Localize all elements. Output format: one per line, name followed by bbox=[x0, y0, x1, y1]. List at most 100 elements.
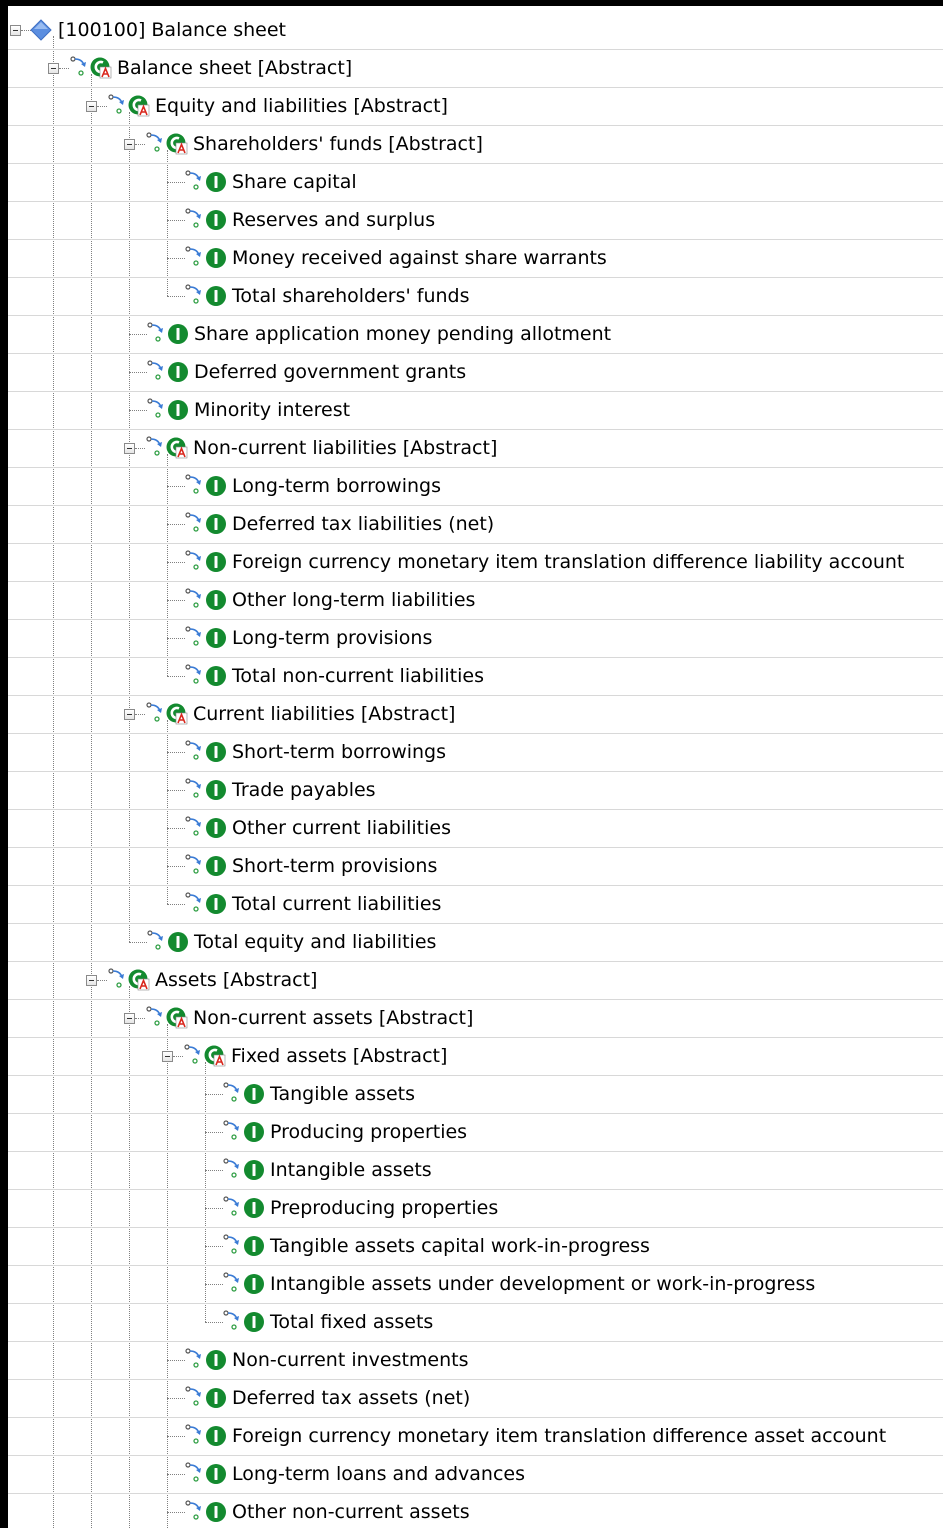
arc-link-icon bbox=[185, 587, 205, 609]
tree-row-abstract[interactable]: Current liabilities [Abstract] bbox=[8, 695, 943, 734]
abstract-concept-icon bbox=[166, 133, 188, 155]
tree-guide-horizontal bbox=[167, 524, 185, 525]
tree-guide-horizontal bbox=[135, 714, 145, 715]
collapse-toggle-icon[interactable] bbox=[124, 139, 135, 150]
tree-row-item[interactable]: Total current liabilities bbox=[8, 885, 943, 924]
item-concept-icon bbox=[205, 475, 227, 497]
tree-row-item[interactable]: Long-term borrowings bbox=[8, 467, 943, 506]
tree-row-item[interactable]: Deferred tax assets (net) bbox=[8, 1379, 943, 1418]
tree-row-abstract[interactable]: Fixed assets [Abstract] bbox=[8, 1037, 943, 1076]
collapse-toggle-icon[interactable] bbox=[162, 1051, 173, 1062]
tree-row-item[interactable]: Other non-current assets bbox=[8, 1493, 943, 1528]
collapse-toggle-icon[interactable] bbox=[86, 101, 97, 112]
tree-row-item[interactable]: Share application money pending allotmen… bbox=[8, 315, 943, 354]
item-concept-icon bbox=[243, 1235, 265, 1257]
tree-guide-horizontal bbox=[97, 980, 107, 981]
tree-row-item[interactable]: Short-term borrowings bbox=[8, 733, 943, 772]
tree-row-item[interactable]: Preproducing properties bbox=[8, 1189, 943, 1228]
tree-row-abstract[interactable]: Shareholders' funds [Abstract] bbox=[8, 125, 943, 164]
tree-row-root[interactable]: [100100] Balance sheet bbox=[8, 11, 943, 50]
arc-link-icon bbox=[185, 511, 205, 533]
tree-row-item[interactable]: Long-term provisions bbox=[8, 619, 943, 658]
collapse-toggle-icon[interactable] bbox=[124, 1013, 135, 1024]
abstract-concept-icon bbox=[128, 969, 150, 991]
tree-row-abstract[interactable]: Non-current assets [Abstract] bbox=[8, 999, 943, 1038]
tree-row-item[interactable]: Deferred tax liabilities (net) bbox=[8, 505, 943, 544]
tree-guide-horizontal bbox=[59, 68, 69, 69]
tree-row-item[interactable]: Other long-term liabilities bbox=[8, 581, 943, 620]
tree-row-item[interactable]: Tangible assets capital work-in-progress bbox=[8, 1227, 943, 1266]
tree-row-item[interactable]: Total equity and liabilities bbox=[8, 923, 943, 962]
tree-node-label: Other current liabilities bbox=[232, 817, 451, 839]
arc-link-icon bbox=[185, 663, 205, 685]
tree-row-item[interactable]: Total fixed assets bbox=[8, 1303, 943, 1342]
arc-link-icon bbox=[185, 1423, 205, 1445]
tree-row-item[interactable]: Non-current investments bbox=[8, 1341, 943, 1380]
tree-row-item[interactable]: Deferred government grants bbox=[8, 353, 943, 392]
tree-row-abstract[interactable]: Balance sheet [Abstract] bbox=[8, 49, 943, 88]
tree-node-label: Long-term provisions bbox=[232, 627, 433, 649]
tree-node-label: Balance sheet [Abstract] bbox=[117, 57, 353, 79]
abstract-concept-icon bbox=[166, 1007, 188, 1029]
tree-row-item[interactable]: Reserves and surplus bbox=[8, 201, 943, 240]
item-concept-icon bbox=[205, 1387, 227, 1409]
tree-guide-horizontal bbox=[167, 866, 185, 867]
tree-guide-horizontal bbox=[129, 942, 147, 943]
tree-row-item[interactable]: Intangible assets under development or w… bbox=[8, 1265, 943, 1304]
tree-row-item[interactable]: Trade payables bbox=[8, 771, 943, 810]
arc-link-icon bbox=[185, 891, 205, 913]
tree-row-item[interactable]: Total shareholders' funds bbox=[8, 277, 943, 316]
tree-row-item[interactable]: Share capital bbox=[8, 163, 943, 202]
tree-row-item[interactable]: Long-term loans and advances bbox=[8, 1455, 943, 1494]
tree-row-item[interactable]: Short-term provisions bbox=[8, 847, 943, 886]
tree-node-label: Equity and liabilities [Abstract] bbox=[155, 95, 448, 117]
item-concept-icon bbox=[205, 209, 227, 231]
arc-link-icon bbox=[147, 321, 167, 343]
abstract-concept-icon bbox=[166, 703, 188, 725]
tree-node-label: Current liabilities [Abstract] bbox=[193, 703, 456, 725]
tree-node-label: Total shareholders' funds bbox=[232, 285, 470, 307]
arc-link-icon bbox=[223, 1271, 243, 1293]
tree-row-item[interactable]: Money received against share warrants bbox=[8, 239, 943, 278]
tree-row-abstract[interactable]: Equity and liabilities [Abstract] bbox=[8, 87, 943, 126]
tree-node-label: Share capital bbox=[232, 171, 357, 193]
tree-guide-horizontal bbox=[167, 828, 185, 829]
tree-guide-horizontal bbox=[167, 600, 185, 601]
tree-guide-horizontal bbox=[129, 334, 147, 335]
tree-row-abstract[interactable]: Assets [Abstract] bbox=[8, 961, 943, 1000]
arc-link-icon bbox=[147, 359, 167, 381]
tree-guide-horizontal bbox=[167, 1436, 185, 1437]
tree-row-abstract[interactable]: Non-current liabilities [Abstract] bbox=[8, 429, 943, 468]
tree-guide-horizontal bbox=[205, 1208, 223, 1209]
tree-row-item[interactable]: Foreign currency monetary item translati… bbox=[8, 543, 943, 582]
tree-row-item[interactable]: Minority interest bbox=[8, 391, 943, 430]
collapse-toggle-icon[interactable] bbox=[86, 975, 97, 986]
tree-node-label: [100100] Balance sheet bbox=[58, 19, 286, 41]
abstract-concept-icon bbox=[166, 437, 188, 459]
concept-tree[interactable]: [100100] Balance sheet Balance sheet [Abs… bbox=[0, 0, 943, 1528]
tree-node-label: Short-term provisions bbox=[232, 855, 438, 877]
tree-guide-horizontal bbox=[205, 1094, 223, 1095]
tree-guide-horizontal bbox=[167, 1398, 185, 1399]
tree-node-label: Producing properties bbox=[270, 1121, 468, 1143]
collapse-toggle-icon[interactable] bbox=[10, 25, 21, 36]
arc-link-icon bbox=[185, 1461, 205, 1483]
tree-row-item[interactable]: Foreign currency monetary item translati… bbox=[8, 1417, 943, 1456]
abstract-concept-icon bbox=[204, 1045, 226, 1067]
collapse-toggle-icon[interactable] bbox=[48, 63, 59, 74]
item-concept-icon bbox=[205, 1463, 227, 1485]
tree-row-item[interactable]: Total non-current liabilities bbox=[8, 657, 943, 696]
tree-guide-horizontal bbox=[97, 106, 107, 107]
tree-node-label: Deferred government grants bbox=[194, 361, 467, 383]
tree-row-item[interactable]: Other current liabilities bbox=[8, 809, 943, 848]
tree-row-item[interactable]: Intangible assets bbox=[8, 1151, 943, 1190]
collapse-toggle-icon[interactable] bbox=[124, 709, 135, 720]
collapse-toggle-icon[interactable] bbox=[124, 443, 135, 454]
item-concept-icon bbox=[167, 399, 189, 421]
item-concept-icon bbox=[205, 627, 227, 649]
tree-node-label: Non-current assets [Abstract] bbox=[193, 1007, 474, 1029]
tree-row-item[interactable]: Tangible assets bbox=[8, 1075, 943, 1114]
tree-row-item[interactable]: Producing properties bbox=[8, 1113, 943, 1152]
arc-link-icon bbox=[223, 1081, 243, 1103]
arc-link-icon bbox=[185, 549, 205, 571]
